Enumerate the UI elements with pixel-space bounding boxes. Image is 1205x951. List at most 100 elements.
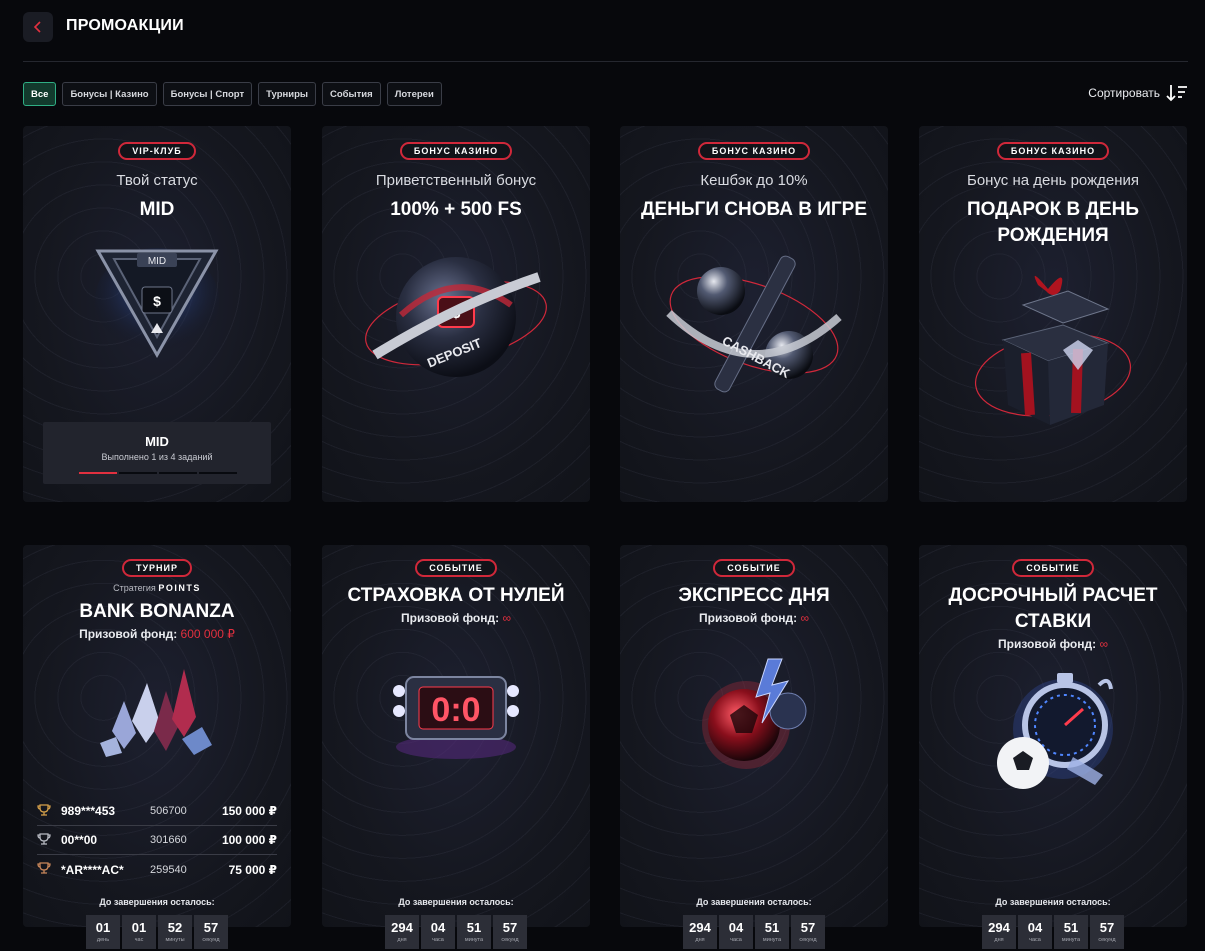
- leader-points: 301660: [150, 834, 187, 846]
- timer-unit: секунд: [799, 937, 817, 943]
- timer-cell: 294 дня: [385, 915, 419, 949]
- filter-chip-events[interactable]: События: [322, 82, 381, 106]
- promo-title: BANK BONANZA: [79, 601, 235, 622]
- promo-title: СТРАХОВКА ОТ НУЛЕЙ: [347, 585, 565, 606]
- vip-emblem: MID $: [23, 245, 291, 361]
- timer-value: 57: [502, 920, 518, 935]
- trophy-icon-shape: [37, 832, 51, 845]
- promo-badge: БОНУС КАЗИНО: [697, 142, 811, 160]
- sort-label: Сортировать: [1088, 86, 1160, 100]
- promo-card-zero-insurance[interactable]: СОБЫТИЕ СТРАХОВКА ОТ НУЛЕЙ Призовой фонд…: [322, 545, 590, 949]
- promo-badge: VIP-КЛУБ: [118, 142, 196, 160]
- timer-cell: 52 минуты: [158, 915, 192, 949]
- timer-value: 294: [391, 920, 413, 935]
- scoreboard-image: 0:0: [322, 655, 590, 765]
- timer-cell: 294 дня: [683, 915, 717, 949]
- vip-progress-bar: [79, 472, 237, 474]
- sort-button[interactable]: Сортировать: [1088, 84, 1188, 102]
- timer-cell: 51 минута: [755, 915, 789, 949]
- timer-value: 294: [689, 920, 711, 935]
- gift-box-image: [919, 265, 1187, 435]
- prize-value: 600 000 ₽: [180, 627, 235, 641]
- timer-unit: секунд: [1098, 937, 1116, 943]
- promo-badge: БОНУС КАЗИНО: [996, 142, 1110, 160]
- back-button[interactable]: [23, 12, 53, 42]
- progress-segment: [159, 472, 197, 474]
- countdown-timer: 294 дня 04 часа 51 минута 57 секунд: [620, 915, 888, 949]
- filter-chip-casino-bonuses[interactable]: Бонусы | Казино: [62, 82, 157, 106]
- emblem-label: MID: [148, 256, 166, 267]
- filter-chip-sport-bonuses[interactable]: Бонусы | Спорт: [162, 82, 253, 106]
- trophy-icon-shape: [37, 803, 51, 816]
- strategy-value: POINTS: [158, 583, 201, 593]
- promo-subtitle: Бонус на день рождения: [966, 172, 1140, 189]
- stopwatch-ball-image: [919, 665, 1187, 795]
- promo-title: ДОСРОЧНЫЙ РАСЧЕТ СТАВКИ: [948, 585, 1158, 632]
- promo-title: ЭКСПРЕСС ДНЯ: [678, 585, 830, 606]
- timer-unit: секунд: [202, 937, 220, 943]
- timer-cell: 01 час: [122, 915, 156, 949]
- promo-badge: СОБЫТИЕ: [1012, 559, 1094, 577]
- countdown-timer: 294 дня 04 часа 51 минута 57 секунд: [919, 915, 1187, 949]
- promo-badge: ТУРНИР: [121, 559, 193, 577]
- timer-cell: 57 секунд: [194, 915, 228, 949]
- prize-value: ∞: [800, 611, 810, 625]
- filter-chip-all[interactable]: Все: [23, 82, 57, 106]
- timer-label: До завершения осталось:: [696, 897, 812, 907]
- timer-unit: дня: [397, 937, 407, 943]
- promo-card-express-of-the-day[interactable]: СОБЫТИЕ ЭКСПРЕСС ДНЯ Призовой фонд: ∞ До…: [620, 545, 888, 949]
- promo-card-cashback[interactable]: БОНУС КАЗИНО Кешбэк до 10% ДЕНЬГИ СНОВА …: [620, 126, 888, 502]
- timer-value: 04: [1027, 920, 1043, 935]
- timer-value: 294: [988, 920, 1010, 935]
- trophy-icon: [37, 832, 51, 845]
- prize-fund: Призовой фонд: ∞: [322, 611, 590, 625]
- vip-level: MID: [145, 434, 169, 449]
- promo-title: MID: [139, 199, 175, 220]
- filter-chip-tournaments[interactable]: Турниры: [258, 82, 316, 106]
- leader-points: 259540: [150, 863, 187, 876]
- page-title: ПРОМОАКЦИИ: [66, 17, 184, 34]
- timer-unit: минута: [464, 937, 484, 943]
- timer-unit: минута: [762, 937, 782, 943]
- promo-card-birthday[interactable]: БОНУС КАЗИНО Бонус на день рождения ПОДА…: [919, 126, 1187, 502]
- timer-cell: 57 секунд: [791, 915, 825, 949]
- timer-cell: 51 минута: [457, 915, 491, 949]
- promo-subtitle: Твой статус: [116, 172, 198, 189]
- leaderboard: 989***453 506700 150 000 ₽ 00**00 301660…: [37, 797, 277, 884]
- prize-fund: Призовой фонд: 600 000 ₽: [23, 627, 291, 641]
- timer-unit: час: [134, 937, 144, 943]
- promo-subtitle: Кешбэк до 10%: [700, 172, 808, 189]
- promo-badge: СОБЫТИЕ: [713, 559, 795, 577]
- promo-subtitle: Приветственный бонус: [375, 172, 537, 189]
- timer-value: 04: [728, 920, 744, 935]
- leader-prize: 75 000 ₽: [228, 862, 277, 877]
- timer-label: До завершения осталось:: [398, 897, 514, 907]
- timer-unit: часа: [1029, 937, 1041, 943]
- promo-card-tournament[interactable]: ТУРНИР Стратегия POINTS BANK BONANZA При…: [23, 545, 291, 949]
- progress-segment: [119, 472, 157, 474]
- deposit-sphere-image: $ DEPOSIT: [322, 245, 590, 395]
- timer-cell: 01 день: [86, 915, 120, 949]
- timer-cell: 51 минута: [1054, 915, 1088, 949]
- cashback-percent-image: CASHBACK: [620, 243, 888, 403]
- leader-prize: 150 000 ₽: [221, 804, 277, 818]
- timer-unit: часа: [730, 937, 742, 943]
- leader-prize: 100 000 ₽: [221, 833, 277, 847]
- timer-unit: секунд: [501, 937, 519, 943]
- prize-value: ∞: [502, 611, 512, 625]
- timer-value: 01: [95, 920, 111, 935]
- timer-unit: дня: [695, 937, 705, 943]
- promo-card-welcome-bonus[interactable]: БОНУС КАЗИНО Приветственный бонус 100% +…: [322, 126, 590, 502]
- timer-unit: минута: [1061, 937, 1081, 943]
- filter-chip-lotteries[interactable]: Лотереи: [386, 82, 442, 106]
- timer-label: До завершения осталось:: [99, 897, 215, 907]
- leaderboard-row: 989***453 506700 150 000 ₽: [37, 797, 277, 826]
- timer-value: 51: [466, 920, 482, 935]
- tournament-strategy: Стратегия POINTS: [23, 583, 291, 593]
- promo-card-early-cashout[interactable]: СОБЫТИЕ ДОСРОЧНЫЙ РАСЧЕТ СТАВКИ Призовой…: [919, 545, 1187, 949]
- promo-card-vip[interactable]: VIP-КЛУБ Твой статус MID MID $ MID Выпол…: [23, 126, 291, 502]
- trophy-icon: [37, 862, 51, 874]
- progress-segment: [199, 472, 237, 474]
- timer-cell: 04 часа: [421, 915, 455, 949]
- timer-value: 01: [131, 920, 147, 935]
